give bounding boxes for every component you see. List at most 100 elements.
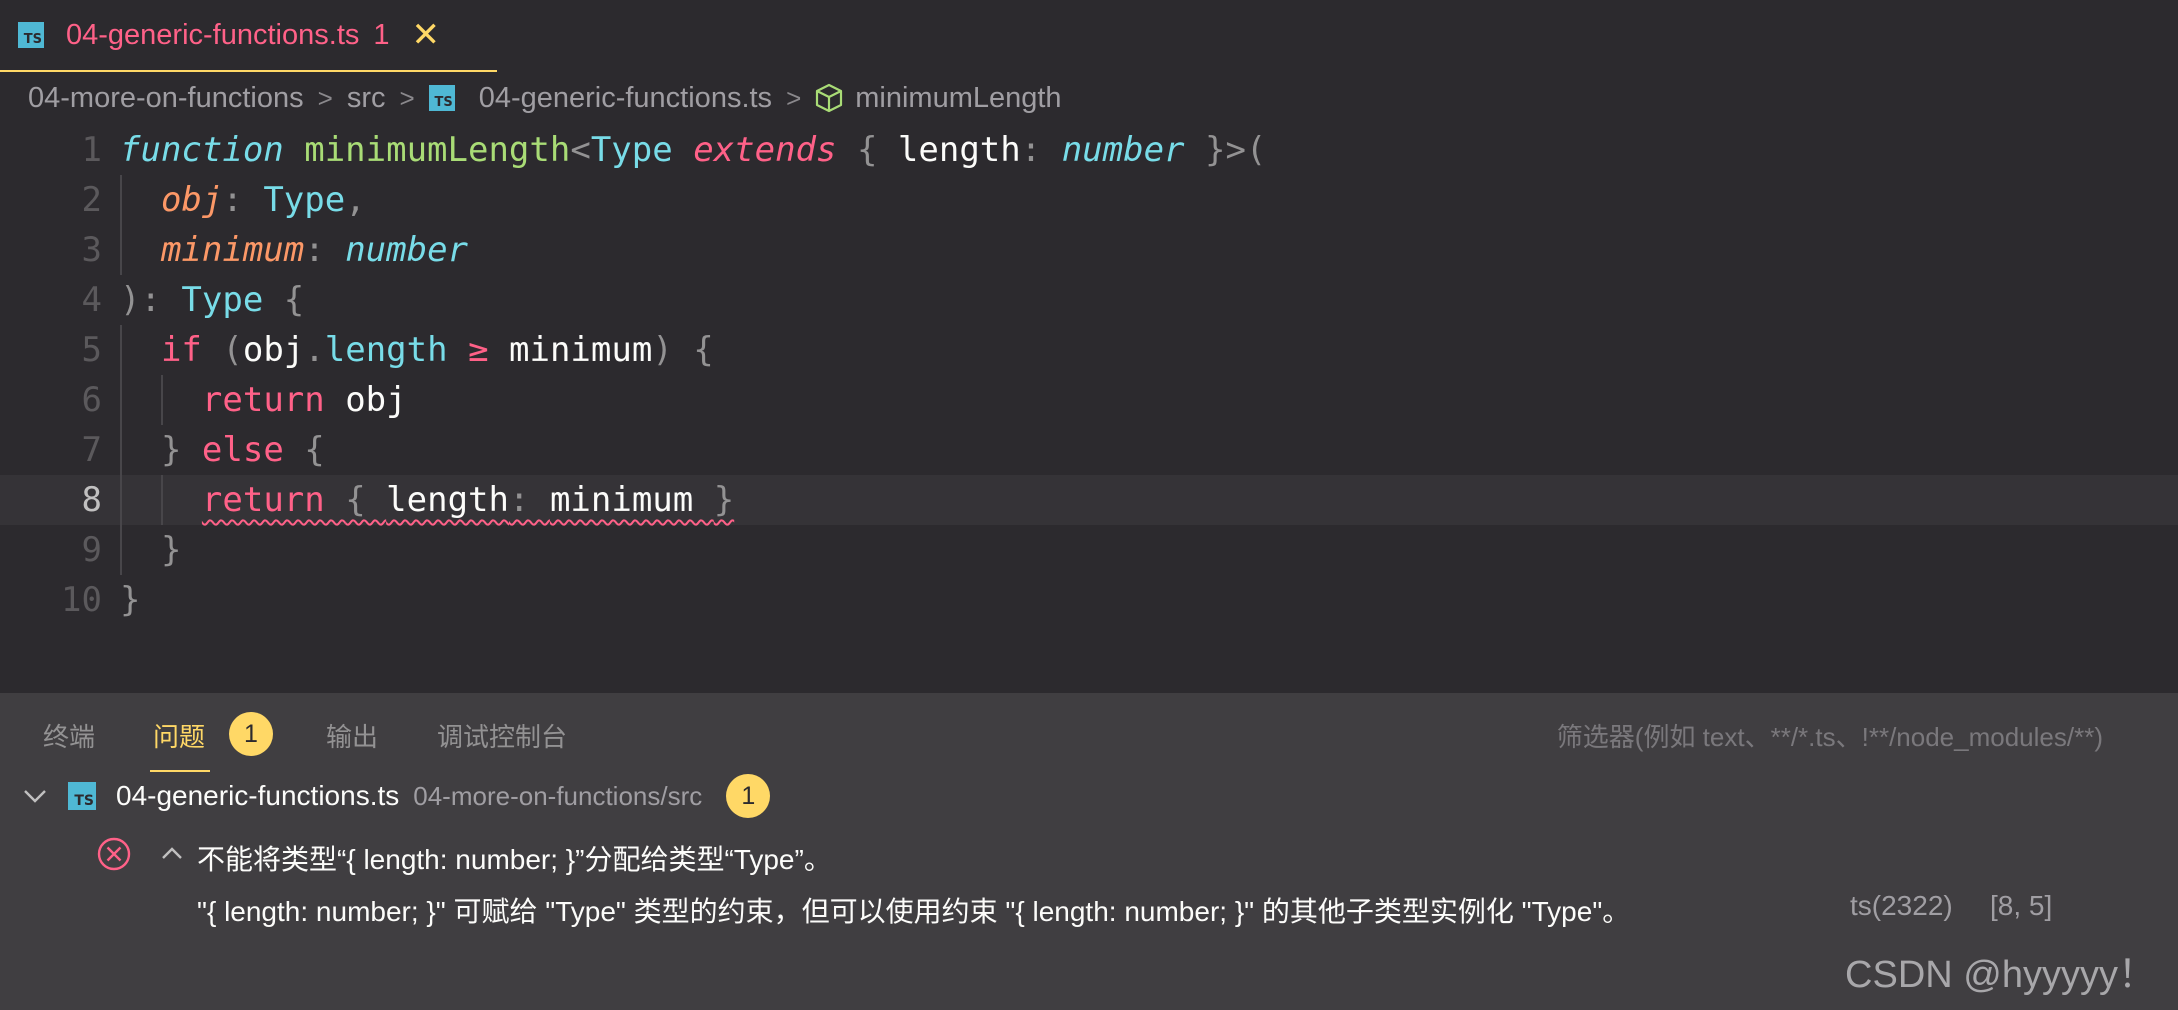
code-line[interactable]: 1 function minimumLength<Type extends { l… [0,125,2178,175]
indent-guide [120,525,122,575]
chevron-down-icon[interactable] [22,786,48,806]
typescript-file-icon: TS [18,22,44,48]
collapse-caret-icon[interactable] [160,843,184,868]
tab-04-generic-functions[interactable]: TS 04-generic-functions.ts 1 ✕ [0,0,497,72]
code-token: extends [693,130,837,170]
code-token: } [120,580,141,620]
code-token: ): [120,280,182,320]
line-number: 3 [81,230,102,270]
problem-file-path: 04-more-on-functions/src [413,780,703,811]
tab-problems[interactable]: 问题 [153,717,205,754]
code-token: obj [242,330,305,370]
code-token: Type [590,130,694,170]
breadcrumb-src[interactable]: src [347,82,386,115]
typescript-file-icon: TS [428,85,455,111]
code-token: { [345,480,387,520]
error-squiggle[interactable]: return { length: minimum } [202,480,734,520]
code-token: } [160,430,202,470]
code-text: minimum: number [161,225,468,275]
code-text: ): Type { [120,275,304,325]
code-token: length [324,330,448,370]
tab-terminal[interactable]: 终端 [43,717,95,754]
code-token: : [1020,130,1062,170]
code-token: } [713,480,735,520]
code-token: minimum [549,480,714,520]
code-token: minimum [509,330,653,370]
line-number: 10 [61,580,102,620]
code-token: obj [160,180,223,220]
code-token: , [345,180,366,220]
line-number: 6 [81,380,102,420]
filter-input[interactable]: 筛选器(例如 text、**/*.ts、!**/node_modules/**) [1557,717,2103,754]
code-line[interactable]: 7} else { [0,425,2178,475]
code-token: minimum [160,230,305,270]
tab-debug-console[interactable]: 调试控制台 [437,717,567,754]
code-token: ( [222,330,243,370]
panel-tabs: 终端 问题 1 输出 调试控制台 筛选器(例如 text、**/*.ts、!**… [0,693,2178,773]
code-line[interactable]: 8 return { length: minimum } [0,475,2178,525]
editor-tab-bar: TS 04-generic-functions.ts 1 ✕ [0,0,2178,72]
code-token: { [283,280,305,320]
code-token: return [201,380,346,420]
code-text: if (obj.length ≥ minimum) { [161,325,714,375]
code-line[interactable]: 4 ): Type { [0,275,2178,325]
tab-output[interactable]: 输出 [326,717,378,754]
code-line[interactable]: 9} [0,525,2178,575]
line-number: 1 [81,130,102,170]
code-token: Type [263,180,346,220]
line-number: 4 [81,280,102,320]
cube-symbol-icon [815,83,843,113]
close-icon[interactable]: ✕ [412,18,441,52]
indent-guide [120,325,122,375]
breadcrumb-file[interactable]: 04-generic-functions.ts [479,82,772,115]
code-token: length [386,480,509,520]
code-line[interactable]: 6 return obj [0,375,2178,425]
problem-position: [8, 5] [1990,890,2053,921]
line-number: 7 [81,430,102,470]
code-token: : [304,230,346,270]
watermark: CSDN @hyyyyy！ [1845,954,2156,996]
code-line[interactable]: 5 if (obj.length ≥ minimum) { [0,325,2178,375]
code-editor[interactable]: 1 function minimumLength<Type extends { l… [0,125,2178,693]
code-line[interactable]: 10} [0,575,2178,625]
code-text: } else { [161,425,325,475]
code-token: ) { [652,330,714,370]
code-token: < [570,130,591,170]
problems-count-badge: 1 [229,712,273,756]
line-number: 5 [81,330,102,370]
code-token: length [897,130,1021,170]
indent-guide [120,425,122,475]
code-token: if [160,330,223,370]
indent-guide [160,475,163,525]
line-number: 9 [81,530,102,570]
code-text: } [161,525,181,575]
code-token: return [201,480,346,520]
problem-detail[interactable]: "{ length: number; }" 可赋给 "Type" 类型的约束，但… [197,890,1630,930]
code-token: : [222,180,264,220]
tab-problem-count: 1 [373,18,390,51]
code-line[interactable]: 2 obj: Type, [0,175,2178,225]
breadcrumb-symbol[interactable]: minimumLength [855,82,1061,115]
file-problem-count-badge: 1 [726,774,771,818]
code-token: minimumLength [304,130,571,170]
typescript-file-icon: TS [68,782,96,810]
chevron-right-icon: > [786,82,802,113]
indent-guide [160,375,163,425]
breadcrumb-folder[interactable]: 04-more-on-functions [28,82,304,115]
code-token: }>( [1184,130,1267,170]
indent-guide [120,375,122,425]
problem-file-row[interactable]: TS 04-generic-functions.ts 04-more-on-fu… [0,769,2178,823]
problem-code: ts(2322) [1850,890,1953,921]
code-text: return obj [202,375,407,425]
code-token: { [304,430,325,470]
problem-message[interactable]: 不能将类型“{ length: number; }”分配给类型“Type”。 [197,838,832,878]
code-token: ≥ [447,330,510,370]
error-icon [96,836,132,877]
chevron-right-icon: > [399,82,415,113]
problem-file-name: 04-generic-functions.ts [116,780,400,811]
code-token: else [201,430,305,470]
indent-guide [120,225,122,275]
code-token: } [160,530,182,570]
code-line[interactable]: 3 minimum: number [0,225,2178,275]
line-number: 2 [81,180,102,220]
